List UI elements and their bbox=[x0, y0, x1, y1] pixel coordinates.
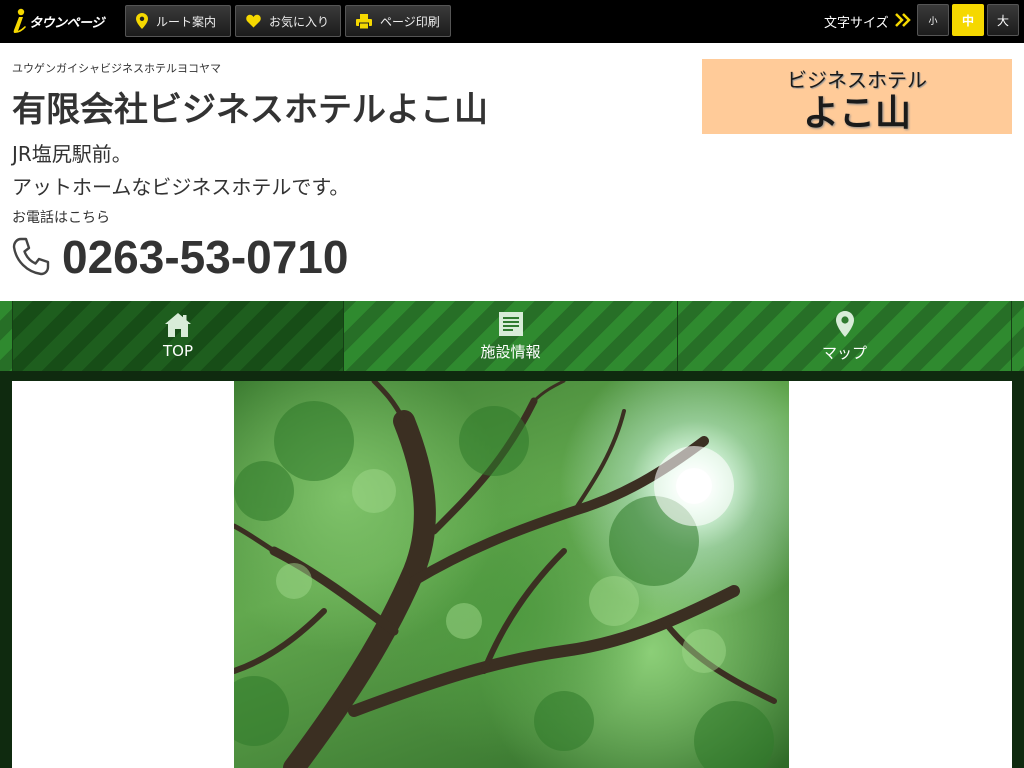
itownpage-logo[interactable]: タウンページ bbox=[10, 8, 104, 34]
logo-text: タウンページ bbox=[29, 15, 104, 31]
hotel-logo-line-2: よこ山 bbox=[802, 92, 911, 134]
nav-item-facility-label: 施設情報 bbox=[480, 342, 541, 361]
print-button[interactable]: ページ印刷 bbox=[345, 5, 451, 37]
document-icon bbox=[498, 311, 523, 336]
font-size-small-button[interactable]: 小 bbox=[917, 4, 949, 36]
font-size-large-button[interactable]: 大 bbox=[987, 4, 1019, 36]
phone-icon bbox=[12, 237, 50, 276]
page-title: 有限会社ビジネスホテルよこ山 bbox=[12, 90, 488, 130]
map-pin-icon bbox=[835, 310, 854, 337]
tel-label: お電話はこちら bbox=[12, 210, 110, 226]
top-bar: タウンページ ルート案内 お気に入り ページ印刷 文字サイズ 小 中 大 bbox=[0, 0, 1024, 43]
nav-item-top[interactable]: TOP bbox=[13, 301, 343, 371]
route-button[interactable]: ルート案内 bbox=[125, 5, 231, 37]
print-button-label: ページ印刷 bbox=[380, 14, 440, 29]
hotel-logo-line-1: ビジネスホテル bbox=[787, 68, 927, 92]
font-size-medium-button[interactable]: 中 bbox=[952, 4, 984, 36]
route-button-label: ルート案内 bbox=[156, 14, 217, 29]
hero-image bbox=[234, 381, 789, 768]
nav-item-map-label: マップ bbox=[821, 343, 867, 362]
tree-canopy-photo bbox=[234, 381, 777, 768]
home-icon bbox=[165, 313, 191, 337]
tagline-line-1: JR塩尻駅前。 bbox=[12, 142, 132, 166]
hotel-logo[interactable]: ビジネスホテル よこ山 bbox=[702, 59, 1012, 134]
nav-item-top-label: TOP bbox=[162, 342, 193, 360]
nav-divider bbox=[12, 301, 13, 371]
main-nav: TOP 施設情報 マップ bbox=[0, 301, 1024, 371]
hotel-name-kana: ユウゲンガイシャビジネスホテルヨコヤマ bbox=[12, 62, 221, 75]
nav-item-facility[interactable]: 施設情報 bbox=[344, 301, 677, 371]
heart-icon bbox=[246, 14, 261, 28]
itownpage-logo-icon bbox=[13, 8, 26, 33]
chevron-double-right-icon bbox=[895, 13, 911, 27]
nav-item-map[interactable]: マップ bbox=[678, 301, 1011, 371]
main-content bbox=[12, 381, 1012, 768]
phone-number[interactable]: 0263-53-0710 bbox=[62, 230, 348, 284]
map-pin-icon bbox=[136, 13, 148, 29]
favorite-button[interactable]: お気に入り bbox=[235, 5, 341, 37]
printer-icon bbox=[356, 13, 372, 29]
tagline-line-2: アットホームなビジネスホテルです。 bbox=[12, 175, 350, 199]
nav-divider bbox=[1011, 301, 1012, 371]
favorite-button-label: お気に入り bbox=[269, 14, 330, 29]
font-size-label: 文字サイズ bbox=[824, 16, 889, 31]
